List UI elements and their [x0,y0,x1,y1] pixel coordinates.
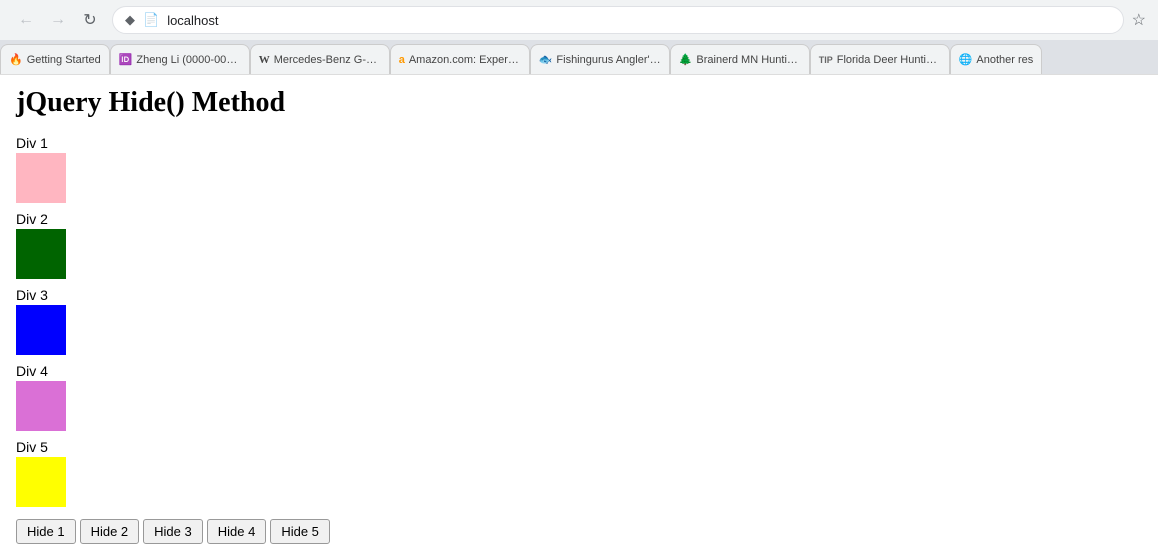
div-1-container: Div 1 [16,135,1142,203]
tab-favicon: 🌲 [679,53,693,66]
tab-favicon: W [259,54,270,66]
tab-label: Another res [976,54,1033,66]
div-3-container: Div 3 [16,287,1142,355]
address-bar[interactable]: ◆ 📄 localhost [112,6,1124,34]
bookmark-button[interactable]: ☆ [1132,10,1146,30]
tab-favicon: 🐟 [539,53,553,66]
hide-1-button[interactable]: Hide 1 [16,519,76,544]
tab-brainerd[interactable]: 🌲 Brainerd MN Hunting ... [670,44,810,74]
hide-2-button[interactable]: Hide 2 [80,519,140,544]
reload-button[interactable]: ↻ [76,6,104,34]
page-title: jQuery Hide() Method [16,87,1142,119]
tab-label: Zheng Li (0000-0002-3... [136,54,240,66]
tab-favicon: 🌐 [959,53,973,66]
shield-icon: ◆ [125,12,135,28]
tab-favicon: TIP [819,55,833,65]
hide-3-button[interactable]: Hide 3 [143,519,203,544]
hide-4-button[interactable]: Hide 4 [207,519,267,544]
nav-buttons: ← → ↻ [12,6,104,34]
page-icon: 📄 [143,12,159,28]
tab-label: Brainerd MN Hunting ... [696,54,800,66]
div-2-container: Div 2 [16,211,1142,279]
tab-label: Florida Deer Hunting S... [837,54,941,66]
div-4-label: Div 4 [16,363,1142,379]
div-5-label: Div 5 [16,439,1142,455]
tab-florida[interactable]: TIP Florida Deer Hunting S... [810,44,950,74]
tab-fishingurus[interactable]: 🐟 Fishingurus Angler's l... [530,44,670,74]
div-3-box [16,305,66,355]
tab-label: Mercedes-Benz G-Clas... [274,54,381,66]
tab-favicon: 🆔 [119,53,133,66]
div-3-label: Div 3 [16,287,1142,303]
buttons-row: Hide 1 Hide 2 Hide 3 Hide 4 Hide 5 [16,519,1142,544]
tab-favicon: 🔥 [9,53,23,66]
div-5-container: Div 5 [16,439,1142,507]
tab-another[interactable]: 🌐 Another res [950,44,1043,74]
tab-amazon[interactable]: a Amazon.com: ExpertP... [390,44,530,74]
tab-label: Amazon.com: ExpertP... [409,54,521,66]
tab-zheng-li[interactable]: 🆔 Zheng Li (0000-0002-3... [110,44,250,74]
hide-5-button[interactable]: Hide 5 [270,519,330,544]
tab-favicon: a [399,54,405,66]
address-text: localhost [167,13,1110,28]
div-4-container: Div 4 [16,363,1142,431]
div-2-box [16,229,66,279]
div-4-box [16,381,66,431]
back-button[interactable]: ← [12,6,40,34]
tab-label: Fishingurus Angler's l... [556,54,660,66]
tabs-bar: 🔥 Getting Started 🆔 Zheng Li (0000-0002-… [0,40,1158,74]
div-2-label: Div 2 [16,211,1142,227]
browser-chrome: ← → ↻ ◆ 📄 localhost ☆ 🔥 Getting Started … [0,0,1158,75]
div-1-label: Div 1 [16,135,1142,151]
tab-mercedes[interactable]: W Mercedes-Benz G-Clas... [250,44,390,74]
tab-label: Getting Started [27,54,101,66]
div-5-box [16,457,66,507]
tab-getting-started[interactable]: 🔥 Getting Started [0,44,110,74]
forward-button[interactable]: → [44,6,72,34]
browser-toolbar: ← → ↻ ◆ 📄 localhost ☆ [0,0,1158,40]
div-1-box [16,153,66,203]
page-content: jQuery Hide() Method Div 1 Div 2 Div 3 D… [0,75,1158,556]
